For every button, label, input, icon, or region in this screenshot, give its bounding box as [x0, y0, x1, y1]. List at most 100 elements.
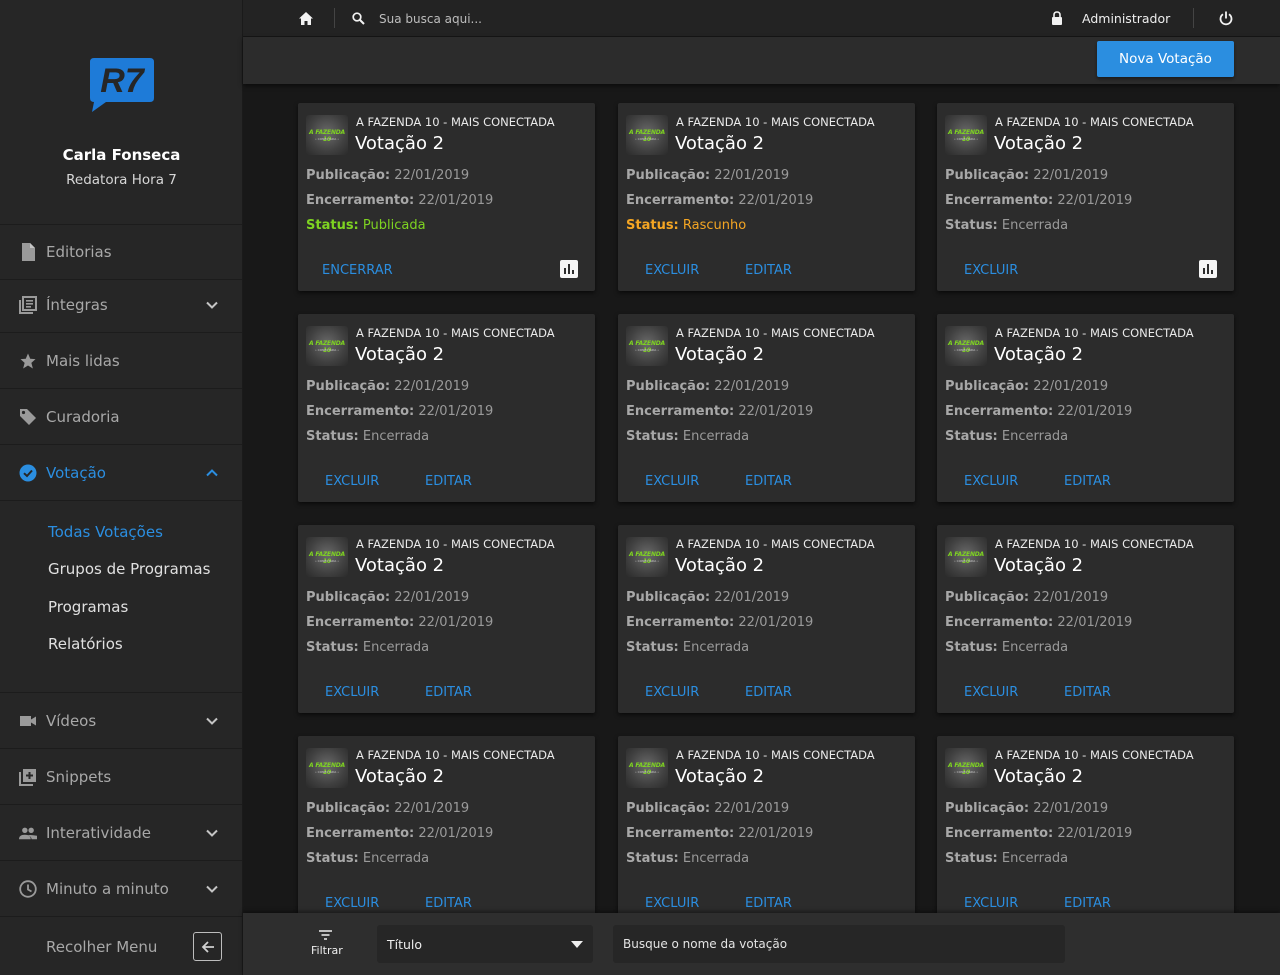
status-line: Status: Encerrada: [306, 640, 429, 655]
delete-button[interactable]: EXCLUIR: [325, 685, 379, 700]
status-value: Encerrada: [682, 640, 750, 655]
results-chart-icon[interactable]: [1199, 260, 1217, 278]
delete-button[interactable]: EXCLUIR: [964, 685, 1018, 700]
sidebar-item-curadoria[interactable]: Curadoria: [0, 390, 242, 445]
delete-button[interactable]: EXCLUIR: [964, 263, 1018, 278]
closing-value: 22/01/2019: [418, 404, 494, 419]
collapse-menu-button[interactable]: [193, 932, 222, 961]
publication-label: Publicação:: [306, 801, 391, 816]
chevron-down-icon[interactable]: [206, 883, 218, 895]
filter-button[interactable]: Filtrar: [305, 930, 345, 960]
publication-date: Publicação: 22/01/2019: [626, 168, 789, 183]
publication-date: Publicação: 22/01/2019: [945, 801, 1108, 816]
edit-button[interactable]: EDITAR: [425, 474, 472, 489]
closing-date: Encerramento: 22/01/2019: [306, 404, 493, 419]
edit-button[interactable]: EDITAR: [1064, 896, 1111, 911]
votacao-submenu: Todas Votações Grupos de Programas Progr…: [0, 502, 242, 693]
submenu-relatorios[interactable]: Relatórios: [48, 635, 123, 653]
delete-button[interactable]: EXCLUIR: [645, 263, 699, 278]
r7-logo[interactable]: R7: [88, 56, 156, 114]
edit-button[interactable]: EDITAR: [745, 263, 792, 278]
closing-date: Encerramento: 22/01/2019: [945, 193, 1132, 208]
edit-button[interactable]: EDITAR: [745, 685, 792, 700]
edit-button[interactable]: EDITAR: [745, 474, 792, 489]
voting-card: A FAZENDA 10 • CONECTADA • A FAZENDA 10 …: [618, 103, 915, 291]
publication-value: 22/01/2019: [394, 590, 470, 605]
edit-button[interactable]: EDITAR: [425, 896, 472, 911]
voting-card: A FAZENDA 10 • CONECTADA • A FAZENDA 10 …: [937, 525, 1234, 713]
voting-title: Votação 2: [994, 555, 1084, 576]
sidebar-item-label: Snippets: [46, 768, 112, 786]
collapse-menu[interactable]: Recolher Menu: [0, 918, 242, 975]
chevron-down-icon[interactable]: [206, 827, 218, 839]
delete-button[interactable]: EXCLUIR: [325, 474, 379, 489]
new-voting-button[interactable]: Nova Votação: [1097, 41, 1234, 77]
sidebar-item-interatividade[interactable]: Interatividade: [0, 806, 242, 861]
chevron-down-icon[interactable]: [206, 715, 218, 727]
delete-button[interactable]: EXCLUIR: [325, 896, 379, 911]
edit-button[interactable]: EDITAR: [745, 896, 792, 911]
user-role: Redatora Hora 7: [66, 172, 177, 188]
edit-button[interactable]: EDITAR: [1064, 685, 1111, 700]
status-label: Status:: [306, 851, 359, 866]
status-label: Status:: [306, 218, 359, 233]
voting-search-input[interactable]: [613, 925, 1065, 963]
thumbnail-subtitle: • CONECTADA •: [314, 137, 340, 141]
publication-label: Publicação:: [306, 379, 391, 394]
program-thumbnail: A FAZENDA 10 • CONECTADA •: [626, 537, 668, 577]
program-name: A FAZENDA 10 - MAIS CONECTADA: [995, 115, 1194, 129]
star-icon: [19, 352, 37, 370]
submenu-todas-votacoes[interactable]: Todas Votações: [48, 523, 163, 541]
edit-button[interactable]: EDITAR: [425, 685, 472, 700]
closing-date: Encerramento: 22/01/2019: [945, 826, 1132, 841]
thumbnail-subtitle: • CONECTADA •: [634, 559, 660, 563]
delete-button[interactable]: EXCLUIR: [645, 896, 699, 911]
sidebar-item-editorias[interactable]: Editorias: [0, 225, 242, 280]
delete-button[interactable]: EXCLUIR: [645, 474, 699, 489]
select-value: Título: [387, 937, 423, 952]
home-icon[interactable]: [299, 12, 313, 25]
closing-label: Encerramento:: [306, 193, 415, 208]
power-icon[interactable]: [1219, 11, 1233, 26]
filter-bar: Filtrar Título: [243, 913, 1280, 975]
publication-date: Publicação: 22/01/2019: [626, 379, 789, 394]
submenu-grupos-de-programas[interactable]: Grupos de Programas: [48, 560, 210, 578]
voting-title: Votação 2: [355, 766, 445, 787]
thumbnail-subtitle: • CONECTADA •: [314, 348, 340, 352]
results-chart-icon[interactable]: [560, 260, 578, 278]
sidebar-item-label: Interatividade: [46, 824, 151, 842]
status-label: Status:: [626, 851, 679, 866]
voting-card: A FAZENDA 10 • CONECTADA • A FAZENDA 10 …: [298, 314, 595, 502]
program-name: A FAZENDA 10 - MAIS CONECTADA: [676, 748, 875, 762]
program-name: A FAZENDA 10 - MAIS CONECTADA: [676, 537, 875, 551]
delete-button[interactable]: EXCLUIR: [645, 685, 699, 700]
close-voting-button[interactable]: ENCERRAR: [322, 263, 393, 278]
program-name: A FAZENDA 10 - MAIS CONECTADA: [356, 537, 555, 551]
status-line: Status: Encerrada: [945, 218, 1068, 233]
divider: [334, 8, 335, 28]
sidebar-item-integras[interactable]: Íntegras: [0, 278, 242, 333]
filter-field-select[interactable]: Título: [377, 925, 593, 963]
admin-user-label[interactable]: Administrador: [1082, 11, 1170, 26]
program-thumbnail: A FAZENDA 10 • CONECTADA •: [945, 748, 987, 788]
delete-button[interactable]: EXCLUIR: [964, 896, 1018, 911]
sidebar-item-mais-lidas[interactable]: Mais lidas: [0, 334, 242, 389]
voting-title: Votação 2: [994, 344, 1084, 365]
search-input[interactable]: [379, 9, 679, 29]
sidebar-item-videos[interactable]: Vídeos: [0, 694, 242, 749]
publication-label: Publicação:: [626, 379, 711, 394]
divider: [1193, 8, 1194, 28]
submenu-programas[interactable]: Programas: [48, 598, 128, 616]
sidebar-item-snippets[interactable]: Snippets: [0, 750, 242, 805]
delete-button[interactable]: EXCLUIR: [964, 474, 1018, 489]
edit-button[interactable]: EDITAR: [1064, 474, 1111, 489]
publication-value: 22/01/2019: [394, 801, 470, 816]
sidebar-item-votacao[interactable]: Votação: [0, 446, 242, 501]
chevron-up-icon[interactable]: [206, 467, 218, 479]
chevron-down-icon[interactable]: [206, 299, 218, 311]
program-thumbnail: A FAZENDA 10 • CONECTADA •: [626, 115, 668, 155]
sidebar-item-minuto-a-minuto[interactable]: Minuto a minuto: [0, 862, 242, 917]
search-icon: [352, 12, 365, 25]
thumbnail-subtitle: • CONECTADA •: [953, 770, 979, 774]
closing-label: Encerramento:: [945, 826, 1054, 841]
